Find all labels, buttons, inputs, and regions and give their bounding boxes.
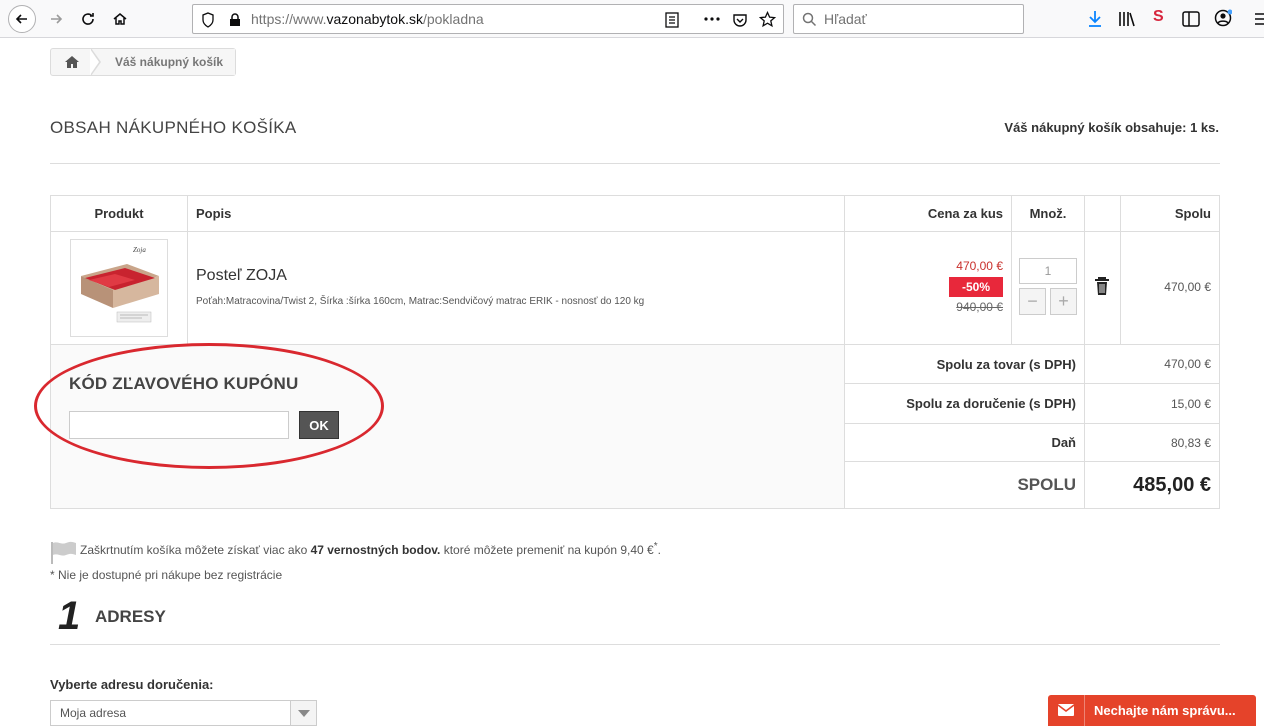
column-header-qty: Množ.	[1012, 196, 1085, 232]
back-button[interactable]	[8, 5, 36, 33]
chat-widget-button[interactable]: Nechajte nám správu...	[1048, 695, 1256, 726]
url-bar[interactable]: https://www.vazonabytok.sk/pokladna	[192, 4, 784, 34]
annotation-highlight-ellipse	[34, 343, 384, 469]
home-button[interactable]	[106, 5, 134, 33]
quantity-increase-button[interactable]: +	[1050, 288, 1077, 315]
product-image[interactable]: Zoja	[70, 239, 168, 337]
downloads-icon[interactable]	[1087, 10, 1103, 28]
menu-icon[interactable]	[1255, 12, 1264, 26]
url-text: https://www.vazonabytok.sk/pokladna	[251, 11, 484, 27]
cart-count: Váš nákupný košík obsahuje: 1 ks.	[1004, 120, 1219, 135]
reader-view-icon[interactable]	[665, 12, 679, 28]
dropdown-arrow-icon[interactable]	[290, 701, 316, 725]
pocket-icon[interactable]	[732, 12, 748, 28]
bookmark-star-icon[interactable]	[759, 11, 776, 28]
table-row-total-cell: 470,00 €	[1121, 232, 1219, 345]
search-placeholder: Hľadať	[824, 11, 867, 27]
breadcrumb-separator	[90, 48, 101, 76]
price-original: 940,00 €	[956, 300, 1003, 314]
row-total: 470,00 €	[1164, 280, 1211, 294]
product-attributes: Poťah:Matracovina/Twist 2, Šírka :šírka …	[196, 296, 645, 307]
library-icon[interactable]	[1118, 11, 1136, 27]
more-actions-icon[interactable]	[704, 17, 720, 21]
shield-icon[interactable]	[201, 12, 215, 28]
divider	[50, 644, 1220, 645]
lock-icon[interactable]	[229, 13, 241, 27]
address-selected-value: Moja adresa	[60, 706, 127, 720]
summary-total-label: SPOLU	[845, 462, 1085, 508]
table-row-qty-cell: 1 − +	[1012, 232, 1085, 345]
account-icon[interactable]	[1214, 9, 1232, 27]
svg-text:Zoja: Zoja	[133, 246, 146, 254]
bed-image: Zoja	[81, 246, 159, 323]
summary-tax-label: Daň	[845, 424, 1085, 462]
table-row-product-image-cell: Zoja	[51, 232, 188, 345]
summary-total-value: 485,00 €	[1133, 473, 1211, 496]
quantity-decrease-button[interactable]: −	[1019, 288, 1046, 315]
breadcrumb-current: Váš nákupný košík	[93, 49, 236, 75]
price-discounted: 470,00 €	[956, 259, 1003, 273]
quantity-input[interactable]: 1	[1019, 258, 1077, 284]
summary-delivery-label: Spolu za doručenie (s DPH)	[845, 384, 1085, 424]
envelope-icon	[1058, 704, 1074, 716]
summary-delivery-value: 15,00 €	[1085, 384, 1219, 424]
sidebar-icon[interactable]	[1182, 11, 1200, 27]
summary-goods-value: 470,00 €	[1085, 345, 1219, 384]
chat-label: Nechajte nám správu...	[1094, 703, 1236, 718]
page-title: OBSAH NÁKUPNÉHO KOŠÍKA	[50, 118, 297, 137]
forward-arrow-icon	[51, 14, 63, 24]
loyalty-text: Zaškrtnutím košíka môžete získať viac ak…	[80, 541, 661, 557]
address-select[interactable]: Moja adresa	[50, 700, 317, 726]
column-header-unit-price: Cena za kus	[845, 196, 1012, 232]
address-label: Vyberte adresu doručenia:	[50, 677, 214, 692]
column-header-total: Spolu	[1121, 196, 1219, 232]
home-icon	[65, 56, 79, 68]
table-row-description-cell: Posteľ ZOJA Poťah:Matracovina/Twist 2, Š…	[188, 232, 845, 345]
column-header-delete	[1085, 196, 1121, 232]
summary-tax-value: 80,83 €	[1085, 424, 1219, 462]
table-row-delete-cell	[1085, 232, 1121, 345]
column-header-product: Produkt	[51, 196, 188, 232]
summary-goods-label: Spolu za tovar (s DPH)	[845, 345, 1085, 384]
chat-separator	[1084, 695, 1085, 726]
breadcrumb-home-link[interactable]	[51, 48, 101, 76]
discount-badge: -50%	[949, 277, 1003, 297]
search-icon	[802, 12, 817, 27]
forward-button[interactable]	[42, 5, 70, 33]
loyalty-note: * Nie je dostupné pri nákupe bez registr…	[50, 568, 283, 582]
step-number: 1	[58, 594, 81, 638]
back-arrow-icon	[8, 5, 36, 33]
trash-icon[interactable]	[1094, 276, 1110, 296]
search-input[interactable]: Hľadať	[793, 4, 1024, 34]
home-icon	[113, 13, 127, 25]
table-row-price-cell: 470,00 € -50% 940,00 €	[845, 232, 1012, 345]
reload-icon	[82, 13, 94, 25]
step-title: ADRESY	[95, 607, 166, 626]
extension-s-icon[interactable]: S	[1153, 8, 1164, 26]
browser-toolbar: https://www.vazonabytok.sk/pokladna Hľad…	[0, 0, 1264, 38]
column-header-description: Popis	[188, 196, 845, 232]
reload-button[interactable]	[74, 5, 102, 33]
flag-icon	[51, 541, 76, 564]
divider	[50, 163, 1220, 164]
product-name-link[interactable]: Posteľ ZOJA	[196, 267, 287, 285]
breadcrumb: Váš nákupný košík	[50, 48, 237, 76]
